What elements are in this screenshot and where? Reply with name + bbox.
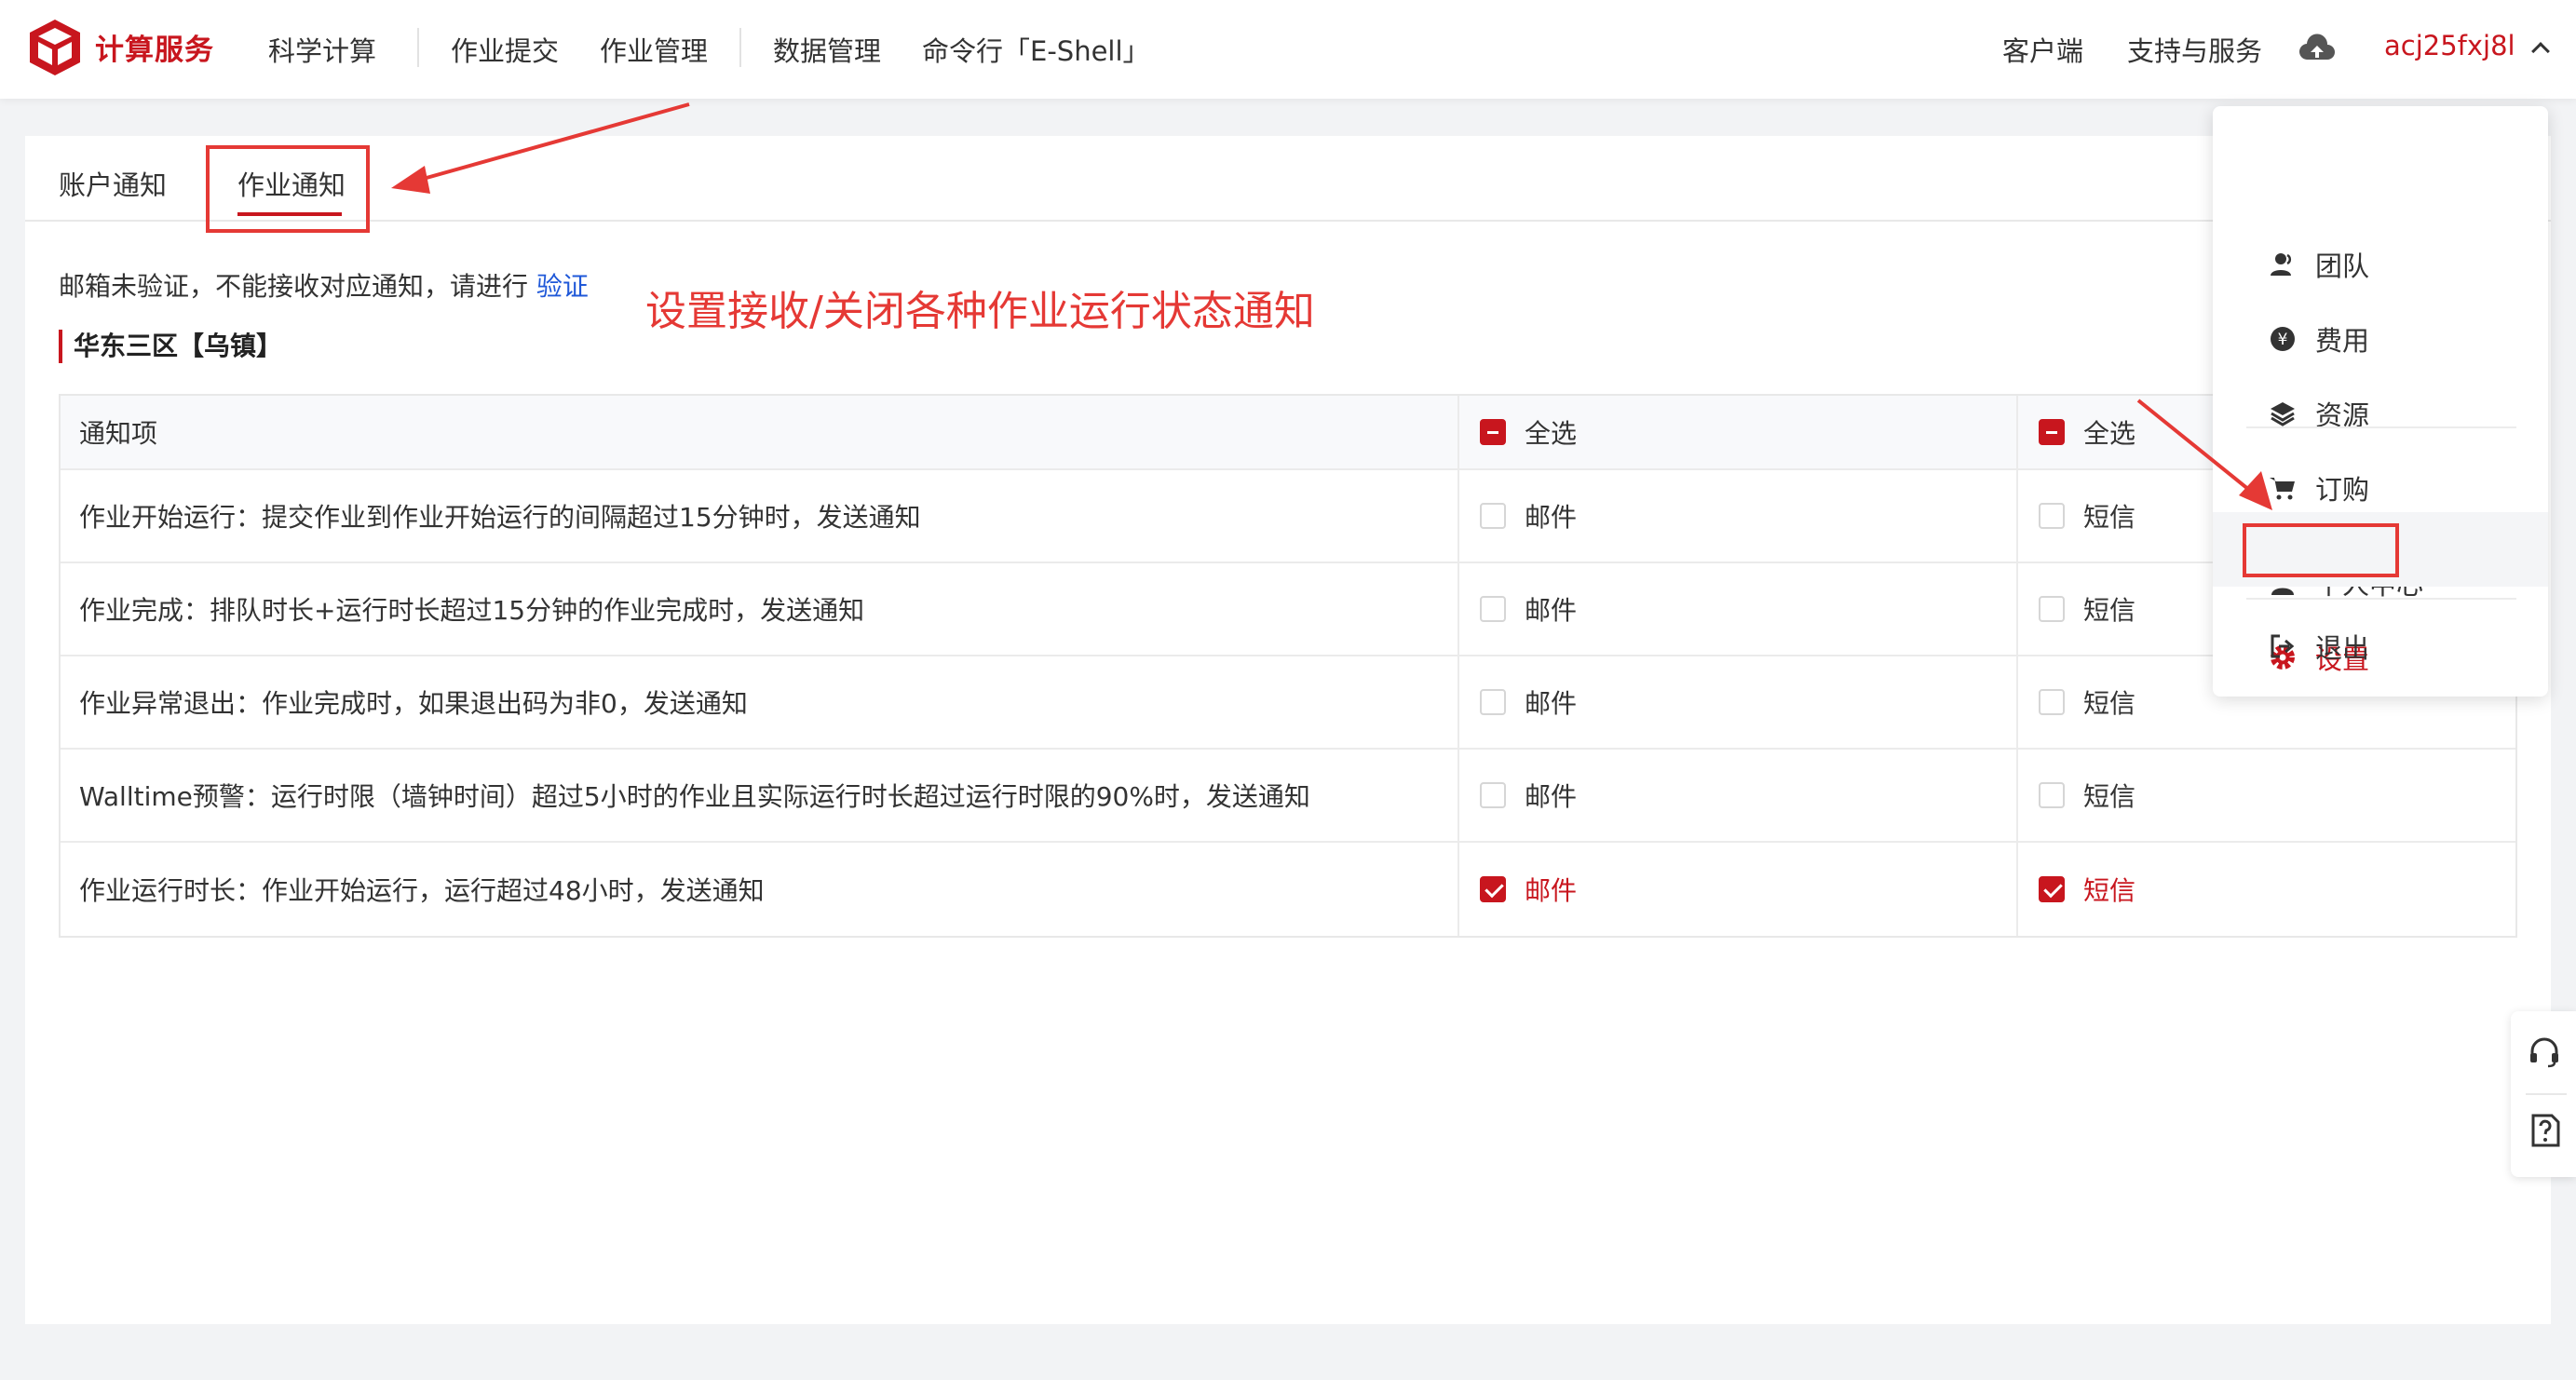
user-dropdown-menu: 团队 ¥ 费用 资源 订购 个人中心 设置 [2213,106,2548,697]
email-option[interactable]: 邮件 [1457,843,2016,936]
sms-option[interactable]: 短信 [2016,750,2519,841]
email-checkbox[interactable] [1480,503,1506,529]
menu-item-team[interactable]: 团队 [2269,246,2369,283]
notification-table: 通知项 全选 全选 作业开始运行：提交作业到作业开始运行的间隔超过15分钟时，发… [59,394,2517,938]
email-label: 邮件 [1525,781,1578,812]
floating-tools [2511,1011,2576,1177]
top-navbar: 计算服务 科学计算 作业提交 作业管理 数据管理 命令行「E-Shell」 客户… [0,0,2576,99]
notify-item-label: 作业异常退出：作业完成时，如果退出码为非0，发送通知 [79,688,748,719]
notify-item-label: 作业开始运行：提交作业到作业开始运行的间隔超过15分钟时，发送通知 [79,502,921,533]
menu-item-logout[interactable]: 退出 [2269,628,2369,665]
sms-label: 短信 [2083,781,2136,812]
notify-item-label: 作业运行时长：作业开始运行，运行超过48小时，发送通知 [79,875,765,906]
notify-item-label: 作业完成：排队时长+运行时长超过15分钟的作业完成时，发送通知 [79,595,865,626]
menu-divider [2246,426,2516,428]
email-option[interactable]: 邮件 [1457,470,2016,561]
menu-label: 团队 [2315,250,2370,282]
table-row: Walltime预警：运行时限（墙钟时间）超过5小时的作业且实际运行时长超过运行… [61,750,2515,843]
email-option[interactable]: 邮件 [1457,563,2016,655]
sms-checkbox[interactable] [2039,689,2065,715]
menu-label: 退出 [2315,632,2370,664]
layers-icon [2271,402,2295,426]
menu-divider [2246,598,2516,600]
brand-name[interactable]: 计算服务 [95,26,214,68]
logout-icon [2271,634,2295,658]
table-row: 作业运行时长：作业开始运行，运行超过48小时，发送通知 邮件 短信 [61,843,2515,936]
cloud-upload-icon[interactable] [2298,32,2336,63]
nav-eshell[interactable]: 命令行「E-Shell」 [922,30,1150,69]
sms-label: 短信 [2083,688,2136,719]
sms-checkbox[interactable] [2039,782,2065,808]
email-checkbox[interactable] [1480,876,1506,902]
yen-coin-icon: ¥ [2271,327,2295,351]
table-row: 作业完成：排队时长+运行时长超过15分钟的作业完成时，发送通知 邮件 短信 [61,563,2515,656]
username: acj25fxj8l [2384,30,2515,61]
email-option[interactable]: 邮件 [1457,656,2016,748]
settings-highlight-box [2243,523,2399,577]
email-option[interactable]: 邮件 [1457,750,2016,841]
nav-data-management[interactable]: 数据管理 [773,30,881,69]
menu-label: 费用 [2315,325,2370,357]
email-checkbox[interactable] [1480,596,1506,622]
side-tools-divider [2526,1093,2567,1095]
table-header-row: 通知项 全选 全选 [61,396,2515,470]
email-label: 邮件 [1525,688,1578,719]
email-checkbox[interactable] [1480,782,1506,808]
tab-highlight-box [206,145,370,233]
select-all-email-checkbox[interactable] [1480,419,1506,445]
nav-divider [739,28,741,67]
nav-client[interactable]: 客户端 [2002,30,2083,69]
select-all-label: 全选 [2083,418,2136,449]
tab-account-notify[interactable]: 账户通知 [59,164,167,203]
email-checkbox[interactable] [1480,689,1506,715]
headset-icon[interactable] [2528,1035,2561,1069]
header-email-select-all[interactable]: 全选 [1457,396,2016,468]
cube-logo-icon[interactable] [26,17,84,78]
nav-support[interactable]: 支持与服务 [2127,30,2262,69]
header-item: 通知项 [79,418,158,449]
menu-label: 订购 [2315,474,2370,506]
menu-item-order[interactable]: 订购 [2269,469,2369,507]
table-row: 作业开始运行：提交作业到作业开始运行的间隔超过15分钟时，发送通知 邮件 短信 [61,470,2515,563]
user-menu-toggle[interactable]: acj25fxj8l [2384,30,2550,61]
notify-item-label: Walltime预警：运行时限（墙钟时间）超过5小时的作业且实际运行时长超过运行… [79,781,1310,812]
email-label: 邮件 [1525,875,1578,906]
chevron-up-icon [2530,42,2550,61]
nav-scientific-computing[interactable]: 科学计算 [268,30,376,69]
content-card: 账户通知 作业通知 邮箱未验证，不能接收对应通知，请进行 验证 设置接收/关闭各… [25,136,2551,1324]
team-icon [2271,253,2292,276]
sms-checkbox[interactable] [2039,596,2065,622]
sms-label: 短信 [2083,595,2136,626]
annotation-text: 设置接收/关闭各种作业运行状态通知 [645,288,1315,335]
region-title: 华东三区【乌镇】 [59,330,282,363]
sms-checkbox[interactable] [2039,503,2065,529]
sms-label: 短信 [2083,502,2136,533]
email-label: 邮件 [1525,502,1578,533]
sms-checkbox[interactable] [2039,876,2065,902]
nav-job-management[interactable]: 作业管理 [600,30,708,69]
nav-divider [417,28,419,67]
sms-label: 短信 [2083,875,2136,906]
menu-item-cost[interactable]: ¥ 费用 [2269,320,2369,358]
select-all-label: 全选 [1525,418,1578,449]
nav-job-submit[interactable]: 作业提交 [451,30,559,69]
email-label: 邮件 [1525,595,1578,626]
email-unverified-notice: 邮箱未验证，不能接收对应通知，请进行 验证 [59,266,589,304]
svg-text:¥: ¥ [2278,331,2288,349]
tab-bar: 账户通知 作业通知 [25,136,2551,222]
table-row: 作业异常退出：作业完成时，如果退出码为非0，发送通知 邮件 短信 [61,656,2515,750]
sms-option[interactable]: 短信 [2016,843,2519,936]
cart-icon [2270,478,2295,500]
select-all-sms-checkbox[interactable] [2039,419,2065,445]
notice-text: 邮箱未验证，不能接收对应通知，请进行 [59,271,536,302]
verify-link[interactable]: 验证 [536,271,589,302]
help-doc-icon[interactable] [2529,1114,2561,1149]
